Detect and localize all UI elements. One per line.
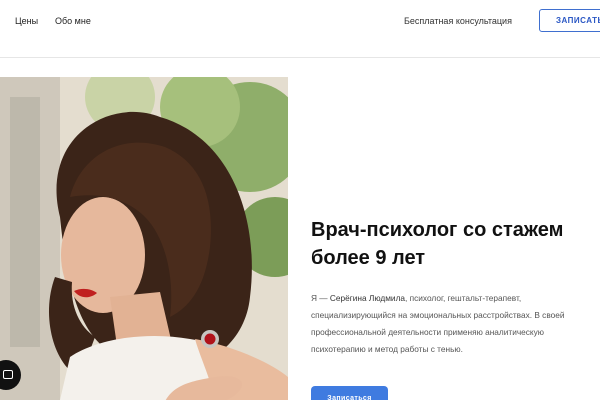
- bio-name: Серёгина Людмила: [329, 293, 406, 303]
- nav-link-about[interactable]: Обо мне: [55, 16, 91, 26]
- hero-bio: Я — Серёгина Людмила, психолог, гештальт…: [311, 290, 595, 358]
- portrait-illustration: [0, 77, 288, 400]
- hero-headline: Врач-психолог со стажем более 9 лет: [311, 216, 600, 272]
- chat-icon: [3, 370, 13, 379]
- bio-prefix: Я —: [311, 293, 330, 303]
- headline-line-2: более 9 лет: [311, 247, 426, 269]
- free-consultation-link[interactable]: Бесплатная консультация: [404, 16, 512, 26]
- headline-line-1: Врач-психолог со стажем: [311, 219, 564, 241]
- hero-signup-button[interactable]: Записаться: [311, 386, 388, 400]
- header-signup-button[interactable]: ЗАПИСАТЬСЯ: [539, 9, 600, 32]
- nav-link-prices[interactable]: Цены: [15, 16, 38, 26]
- landing-page: Цены Обо мне Бесплатная консультация ЗАП…: [0, 0, 600, 400]
- psychologist-photo: [0, 77, 288, 400]
- site-header: Цены Обо мне Бесплатная консультация ЗАП…: [0, 0, 600, 58]
